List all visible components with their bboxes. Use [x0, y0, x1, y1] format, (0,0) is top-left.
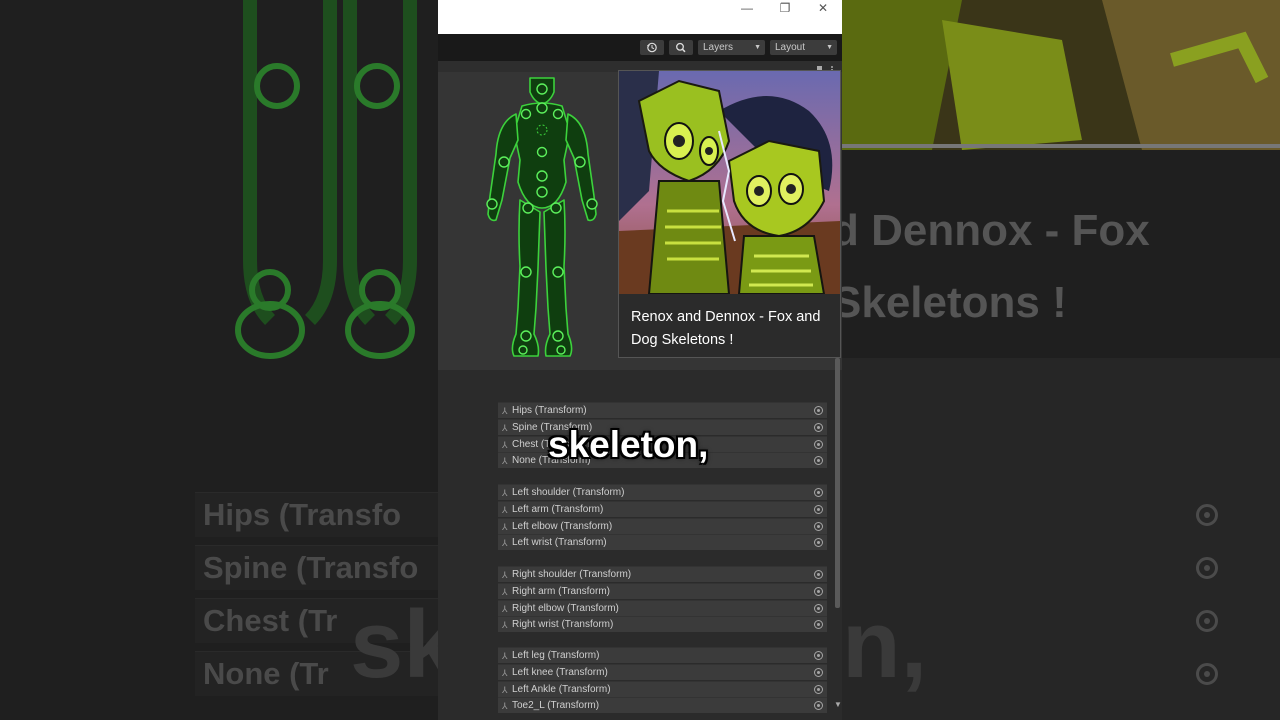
caption-text: skeleton,	[548, 424, 709, 465]
bone-mapping-row[interactable]: ⅄ Right elbow (Transform)	[498, 599, 827, 616]
transform-icon: ⅄	[502, 488, 508, 498]
vertical-scrollbar[interactable]	[835, 358, 840, 608]
bone-mapping-row[interactable]: ⅄ Left knee (Transform)	[498, 663, 827, 680]
background-row-text: Chest (Tr	[203, 603, 338, 638]
transform-icon: ⅄	[502, 603, 508, 614]
background-row: Spine (Transfo	[195, 545, 438, 590]
background-target-icon	[1196, 557, 1218, 579]
background-title-line1: d Dennox - Fox	[842, 206, 1150, 255]
background-right-zoom: d Dennox - Fox Skeletons ! n,	[842, 0, 1280, 720]
object-picker-icon[interactable]	[814, 521, 823, 531]
bone-field-value[interactable]: Left elbow (Transform)	[512, 521, 612, 532]
transform-icon: ⅄	[502, 406, 508, 416]
chevron-down-icon: ▼	[754, 44, 761, 51]
bone-mapping-row[interactable]: ⅄ Left Ankle (Transform)	[498, 680, 827, 697]
bone-field-value[interactable]: Left arm (Transform)	[512, 504, 603, 515]
transform-icon: ⅄	[502, 439, 508, 450]
object-picker-icon[interactable]	[814, 488, 823, 497]
transform-icon: ⅄	[502, 620, 508, 631]
bone-mapping-row[interactable]: ⅄ Right wrist (Transform)	[498, 616, 827, 633]
search-icon	[676, 42, 686, 53]
object-picker-icon[interactable]	[814, 439, 823, 449]
object-picker-icon[interactable]	[814, 667, 823, 677]
background-title-line2: Skeletons !	[842, 278, 1067, 327]
bone-field-value[interactable]: Right elbow (Transform)	[512, 603, 619, 614]
object-picker-icon[interactable]	[814, 422, 823, 432]
minimize-button[interactable]: —	[729, 0, 765, 16]
bone-mapping-panel: ⅄ Hips (Transform) ⅄ Spine (Transform) ⅄ Ches…	[438, 370, 842, 720]
toolbar: Layers ▼ Layout ▼	[438, 34, 842, 61]
object-picker-icon[interactable]	[814, 684, 823, 694]
transform-icon: ⅄	[502, 570, 508, 580]
bone-mapping-row[interactable]: ⅄ Hips (Transform)	[498, 402, 827, 418]
chevron-down-icon: ▼	[826, 44, 833, 51]
video-title[interactable]: Renox and Dennox - Fox and Dog Skeletons…	[631, 306, 831, 352]
background-target-icon	[1196, 663, 1218, 685]
bone-mapping-row[interactable]: ⅄ Left leg (Transform)	[498, 647, 827, 663]
object-picker-icon[interactable]	[814, 603, 823, 613]
thumbnail-illustration	[619, 71, 840, 294]
bone-field-value[interactable]: Toe2_L (Transform)	[512, 700, 599, 711]
transform-icon: ⅄	[502, 586, 508, 597]
bone-field-value[interactable]: Left knee (Transform)	[512, 667, 608, 678]
background-left-zoom: Hips (Transfo Spine (Transfo Chest (Tr N…	[0, 0, 438, 720]
bone-field-value[interactable]: Left leg (Transform)	[512, 650, 599, 661]
bone-mapping-row[interactable]: ⅄ Left elbow (Transform)	[498, 517, 827, 534]
background-row-text: Hips (Transfo	[203, 497, 402, 532]
bone-mapping-row[interactable]: ⅄ Left arm (Transform)	[498, 500, 827, 517]
video-thumbnail[interactable]	[619, 71, 840, 294]
background-target-icon	[1196, 610, 1218, 632]
video-preview-card[interactable]: Renox and Dennox - Fox and Dog Skeletons…	[618, 70, 841, 358]
bone-mapping-row[interactable]: ⅄ Left wrist (Transform)	[498, 534, 827, 551]
layout-dropdown[interactable]: Layout ▼	[770, 40, 837, 55]
close-button[interactable]: ✕	[805, 0, 841, 16]
transform-icon: ⅄	[502, 456, 508, 467]
object-picker-icon[interactable]	[814, 651, 823, 660]
background-row-text: None (Tr	[203, 656, 329, 691]
object-picker-icon[interactable]	[814, 620, 823, 630]
bone-mapping-row[interactable]: ⅄ Toe2_L (Transform)	[498, 697, 827, 714]
object-picker-icon[interactable]	[814, 406, 823, 415]
layout-label: Layout	[775, 42, 806, 53]
object-picker-icon[interactable]	[814, 586, 823, 596]
background-subtitle-left: ske	[350, 591, 438, 698]
title-bar: — ❐ ✕	[438, 0, 842, 34]
bone-field-value[interactable]: Right wrist (Transform)	[512, 619, 613, 630]
bone-mapping-row[interactable]: ⅄ Left shoulder (Transform)	[498, 484, 827, 500]
background-row: Hips (Transfo	[195, 492, 438, 537]
bone-field-value[interactable]: Right arm (Transform)	[512, 586, 610, 597]
transform-icon: ⅄	[502, 701, 508, 712]
transform-icon: ⅄	[502, 651, 508, 661]
transform-icon: ⅄	[502, 422, 508, 433]
transform-icon: ⅄	[502, 667, 508, 678]
object-picker-icon[interactable]	[814, 504, 823, 514]
bone-field-value[interactable]: Left shoulder (Transform)	[512, 487, 624, 498]
background-row-text: Spine (Transfo	[203, 550, 419, 585]
search-button[interactable]	[669, 40, 693, 55]
bone-field-value[interactable]: Left wrist (Transform)	[512, 537, 607, 548]
more-icon	[831, 66, 833, 68]
transform-icon: ⅄	[502, 504, 508, 515]
object-picker-icon[interactable]	[814, 538, 823, 548]
background-subtitle-right: n,	[842, 591, 928, 698]
bone-field-value[interactable]: Left Ankle (Transform)	[512, 684, 611, 695]
background-thumbnail-zoom	[842, 0, 1280, 150]
object-picker-icon[interactable]	[814, 701, 823, 711]
object-picker-icon[interactable]	[814, 456, 823, 466]
bone-mapping-row[interactable]: ⅄ Right arm (Transform)	[498, 582, 827, 599]
background-target-icon	[1196, 504, 1218, 526]
bone-mapping-row[interactable]: ⅄ Right shoulder (Transform)	[498, 566, 827, 582]
transform-icon: ⅄	[502, 684, 508, 695]
scroll-down-arrow-icon[interactable]: ▼	[834, 700, 842, 709]
history-button[interactable]	[640, 40, 664, 55]
object-picker-icon[interactable]	[814, 570, 823, 579]
history-icon	[647, 42, 657, 53]
maximize-button[interactable]: ❐	[767, 0, 803, 16]
bone-field-value[interactable]: Right shoulder (Transform)	[512, 569, 631, 580]
transform-icon: ⅄	[502, 538, 508, 549]
layers-label: Layers	[703, 42, 734, 53]
bone-field-value[interactable]: Hips (Transform)	[512, 405, 587, 416]
transform-icon: ⅄	[502, 521, 508, 532]
layers-dropdown[interactable]: Layers ▼	[698, 40, 765, 55]
